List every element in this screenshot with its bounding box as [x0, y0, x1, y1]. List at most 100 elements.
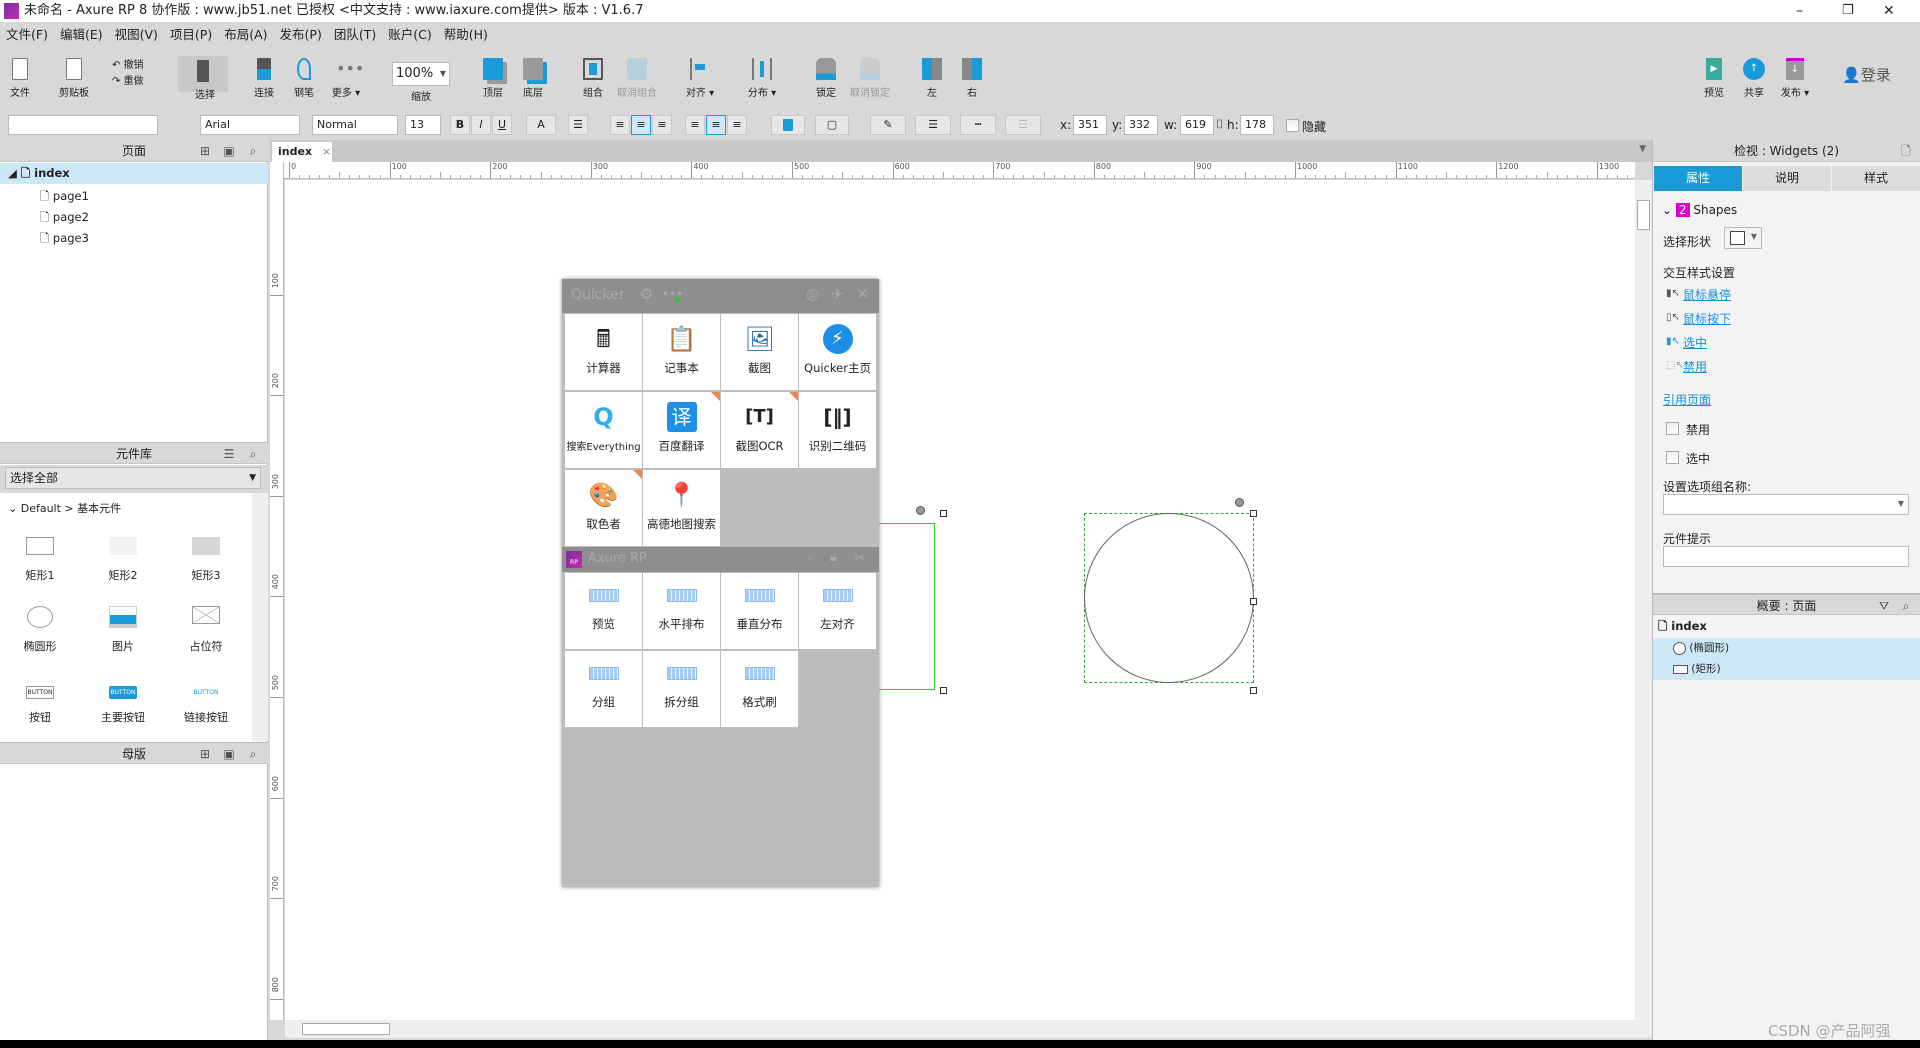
file-button[interactable]: 文件 — [0, 58, 40, 99]
w-input[interactable]: 619 — [1180, 115, 1214, 135]
widget-rectangle1[interactable]: 矩形1 — [5, 537, 75, 583]
menu-file[interactable]: 文件(F) — [6, 24, 48, 46]
arrow-style-button[interactable]: ☰ — [1005, 115, 1041, 135]
mouse-over-link[interactable]: 鼠标悬停 — [1683, 286, 1731, 303]
group-button[interactable]: 组合 — [573, 58, 613, 99]
menu-view[interactable]: 视图(V) — [115, 24, 158, 46]
select-shape-dropdown[interactable]: ▼ — [1724, 227, 1762, 249]
library-scrollbar[interactable] — [252, 493, 268, 741]
widget-ellipse[interactable]: 椭圆形 — [5, 606, 75, 654]
publish-button[interactable]: ↓ 发布 ▾ — [1775, 58, 1815, 99]
quicker-item-color-picker[interactable]: 🎨 取色者 — [565, 470, 642, 546]
rotate-handle[interactable] — [1235, 498, 1244, 507]
more-icon[interactable]: ••• — [662, 287, 683, 301]
widget-button[interactable]: BUTTON 按钮 — [5, 686, 75, 725]
clipboard-button[interactable]: 剪贴板 — [54, 58, 94, 99]
resize-handle[interactable] — [940, 510, 947, 517]
axure-item-align-left[interactable]: 左对齐 — [799, 573, 876, 649]
ungroup-button[interactable]: 取消组合 — [613, 58, 661, 99]
menu-account[interactable]: 账户(C) — [388, 24, 431, 46]
send-back-button[interactable]: 底层 — [513, 58, 553, 99]
disabled-checkbox[interactable] — [1666, 422, 1679, 435]
bullet-list-button[interactable]: ☰ — [568, 115, 588, 135]
menu-layout[interactable]: 布局(A) — [224, 24, 267, 46]
line-color-button[interactable]: ✎ — [870, 115, 906, 135]
axure-item-ungroup[interactable]: 拆分组 — [643, 651, 720, 727]
outline-page-index[interactable]: 🗋 index — [1658, 616, 1707, 637]
ellipse-shape[interactable] — [1084, 513, 1254, 683]
disabled-link[interactable]: 禁用 — [1683, 358, 1707, 375]
share-button[interactable]: ↑ 共享 — [1734, 58, 1774, 99]
unlock-button[interactable]: 取消锁定 — [846, 58, 894, 99]
page-item-index[interactable]: ◢ 🗋 index — [0, 163, 268, 184]
quicker-item-ocr[interactable]: [T] 截图OCR — [721, 392, 798, 468]
left-panel-toggle[interactable]: 左 — [912, 58, 952, 99]
x-input[interactable]: 351 — [1073, 115, 1107, 135]
widget-rectangle3[interactable]: 矩形3 — [171, 537, 241, 583]
page-icon[interactable]: 🗋 — [1899, 144, 1913, 158]
page-item-page3[interactable]: 🗋 page3 — [40, 228, 89, 249]
tools-icon[interactable]: ✂ — [854, 550, 866, 566]
axure-item-h-arrange[interactable]: 水平排布 — [643, 573, 720, 649]
add-folder-icon[interactable]: ▣ — [222, 144, 236, 158]
add-page-icon[interactable]: ⊞ — [198, 144, 212, 158]
menu-help[interactable]: 帮助(H) — [444, 24, 488, 46]
search-icon[interactable]: ⌕ — [246, 447, 260, 461]
quicker-item-translate[interactable]: 译百度翻译 — [643, 392, 720, 468]
tab-index[interactable]: index × — [272, 142, 332, 162]
search-icon[interactable]: ⌕ — [246, 747, 260, 761]
group-name-select[interactable]: ▼ — [1663, 494, 1909, 515]
canvas-area[interactable] — [285, 180, 1635, 1020]
search-icon[interactable]: ⌕ — [1899, 599, 1913, 613]
font-size-select[interactable]: 13 — [405, 115, 441, 135]
zoom-select[interactable]: 100% ▼ — [392, 62, 450, 86]
pen-button[interactable]: 钢笔 — [284, 58, 324, 99]
right-panel-toggle[interactable]: 右 — [952, 58, 992, 99]
font-weight-select[interactable]: Normal — [312, 115, 398, 135]
widget-link-button[interactable]: BUTTON 链接按钮 — [171, 686, 241, 725]
horizontal-scrollbar[interactable] — [285, 1020, 1652, 1038]
resize-handle[interactable] — [1250, 598, 1257, 605]
axure-item-format-painter[interactable]: 格式刷 — [721, 651, 798, 727]
undo-button[interactable]: ↶ 撤销 — [112, 56, 144, 71]
axure-item-group[interactable]: 分组 — [565, 651, 642, 727]
page-item-page1[interactable]: 🗋 page1 — [40, 186, 89, 207]
quicker-item-qrcode[interactable]: [‖] 识别二维码 — [799, 392, 876, 468]
quicker-item-map-search[interactable]: 📍 高德地图搜索 — [643, 470, 720, 546]
mouse-down-link[interactable]: 鼠标按下 — [1683, 310, 1731, 327]
italic-button[interactable]: I — [471, 115, 491, 135]
menu-publish[interactable]: 发布(P) — [280, 24, 322, 46]
align-button[interactable]: 对齐 ▾ — [680, 58, 720, 99]
quicker-item-home[interactable]: ⚡ Quicker主页 — [799, 314, 876, 390]
close-button[interactable]: ✕ — [1883, 0, 1895, 22]
tab-properties[interactable]: 属性 — [1654, 166, 1742, 191]
fill-color-button[interactable] — [771, 115, 805, 135]
font-family-select[interactable]: Arial — [200, 115, 300, 135]
widget-primary-button[interactable]: BUTTON 主要按钮 — [88, 686, 158, 725]
selected-link[interactable]: 选中 — [1683, 334, 1707, 351]
page-item-page2[interactable]: 🗋 page2 — [40, 207, 89, 228]
resize-handle[interactable] — [940, 687, 947, 694]
align-center-button[interactable]: ≡ — [631, 115, 651, 135]
pin-icon[interactable]: ✈ — [831, 285, 844, 303]
menu-icon[interactable]: ☰ — [222, 447, 236, 461]
y-input[interactable]: 332 — [1124, 115, 1158, 135]
axure-item-v-distribute[interactable]: 垂直分布 — [721, 573, 798, 649]
axure-item-preview[interactable]: 预览 — [565, 573, 642, 649]
valign-top-button[interactable]: ≡ — [685, 115, 705, 135]
preview-button[interactable]: ▶ 预览 — [1694, 58, 1734, 99]
shadow-button[interactable]: ▢ — [815, 115, 849, 135]
close-tab-icon[interactable]: × — [322, 145, 331, 158]
outline-item-rectangle[interactable]: (矩形) — [1673, 659, 1721, 680]
align-left-button[interactable]: ≡ — [610, 115, 630, 135]
library-group[interactable]: ⌄ Default > 基本元件 — [8, 500, 121, 516]
widget-image[interactable]: 图片 — [88, 606, 158, 654]
rotate-handle[interactable] — [916, 506, 925, 515]
restore-button[interactable]: ❐ — [1842, 0, 1854, 22]
resize-handle[interactable] — [1250, 687, 1257, 694]
lock-ratio-icon[interactable]: ⌷ — [1216, 117, 1223, 132]
user-icon[interactable]: ◎ — [806, 285, 819, 303]
outline-item-ellipse[interactable]: (椭圆形) — [1673, 638, 1729, 659]
shapes-group[interactable]: ⌄ 2 Shapes — [1662, 203, 1737, 217]
widget-placeholder[interactable]: 占位符 — [171, 606, 241, 654]
